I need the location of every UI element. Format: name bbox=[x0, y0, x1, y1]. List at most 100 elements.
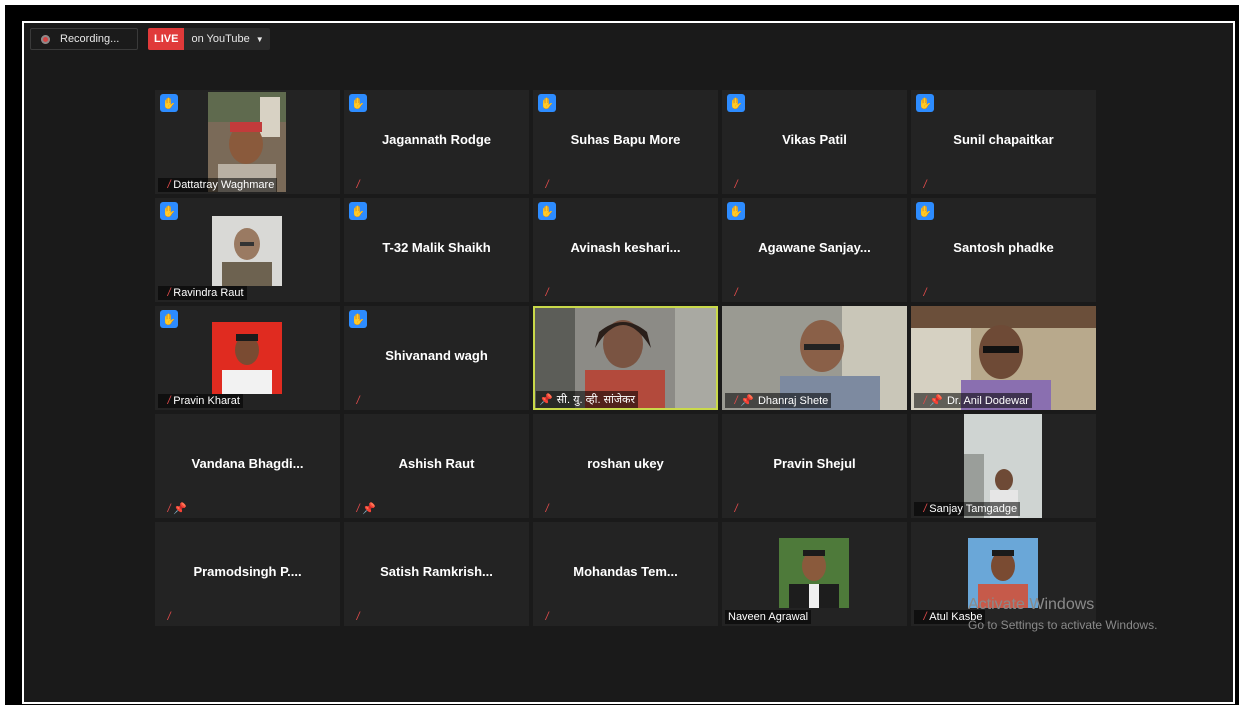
participant-name-label: 🎙̸ 📌 Dr. Anil Dodewar bbox=[914, 393, 1032, 408]
participant-name-label: 🎙̸ Ravindra Raut bbox=[158, 286, 247, 300]
participant-status: 🎙̸ bbox=[725, 502, 743, 516]
muted-mic-icon: 🎙̸ bbox=[728, 503, 737, 515]
participant-name: T-32 Malik Shaikh bbox=[382, 240, 491, 255]
participant-name: Satish Ramkrish... bbox=[380, 564, 493, 579]
participant-tile[interactable]: Naveen Agrawal bbox=[722, 522, 907, 626]
muted-mic-icon: 🎙̸ bbox=[917, 179, 926, 191]
participant-name-label: 🎙̸ 📌 Dhanraj Shete bbox=[725, 393, 832, 408]
youtube-label: on YouTube bbox=[191, 33, 250, 45]
pin-icon: 📌 bbox=[929, 395, 943, 407]
participant-tile[interactable]: Pramodsingh P.... 🎙̸ bbox=[155, 522, 340, 626]
participant-tile[interactable]: 🎙̸ 📌 Dr. Anil Dodewar bbox=[911, 306, 1096, 410]
pin-icon: 📌 bbox=[740, 395, 754, 407]
recording-label: Recording... bbox=[60, 33, 120, 45]
muted-mic-icon: 🎙̸ bbox=[161, 287, 170, 299]
participant-tile[interactable]: ✋ Avinash keshari... 🎙̸ bbox=[533, 198, 718, 302]
participant-tile[interactable]: Ashish Raut 🎙̸ 📌 bbox=[344, 414, 529, 518]
participant-tile[interactable]: ✋ Shivanand wagh 🎙̸ bbox=[344, 306, 529, 410]
raise-hand-icon: ✋ bbox=[349, 310, 367, 328]
participant-photo bbox=[212, 322, 282, 394]
raise-hand-icon: ✋ bbox=[538, 202, 556, 220]
muted-mic-icon: 🎙̸ bbox=[917, 503, 926, 515]
participant-status: 🎙̸ bbox=[914, 178, 932, 192]
muted-mic-icon: 🎙̸ bbox=[161, 611, 170, 623]
participant-tile[interactable]: ✋ 🎙̸ Dattatray Waghmare bbox=[155, 90, 340, 194]
activate-windows-title: Activate Windows bbox=[968, 596, 1095, 613]
participant-status: 🎙̸ bbox=[725, 178, 743, 192]
participant-name: Pravin Kharat bbox=[173, 395, 240, 407]
participant-name: Pramodsingh P.... bbox=[193, 564, 302, 579]
activate-windows-subtitle: Go to Settings to activate Windows. bbox=[968, 618, 1158, 632]
participant-tile[interactable]: Pravin Shejul 🎙̸ bbox=[722, 414, 907, 518]
participant-status: 🎙̸ 📌 bbox=[347, 501, 383, 516]
muted-mic-icon: 🎙̸ bbox=[161, 395, 170, 407]
participant-name: Suhas Bapu More bbox=[570, 132, 681, 147]
recording-indicator[interactable]: Recording... bbox=[30, 28, 138, 50]
participant-tile[interactable]: ✋ T-32 Malik Shaikh bbox=[344, 198, 529, 302]
muted-mic-icon: 🎙̸ bbox=[539, 287, 548, 299]
participant-status: 🎙̸ bbox=[347, 394, 365, 408]
participant-status: 🎙̸ 📌 bbox=[158, 501, 194, 516]
participant-tile[interactable]: ✋ 🎙̸ Ravindra Raut bbox=[155, 198, 340, 302]
participant-name: Sunil chapaitkar bbox=[953, 132, 1054, 147]
gallery-grid: ✋ 🎙̸ Dattatray Waghmare ✋ Jagannath Rodg… bbox=[155, 90, 1096, 626]
participant-video bbox=[208, 92, 286, 192]
participant-name: Ravindra Raut bbox=[173, 287, 244, 299]
participant-name: Avinash keshari... bbox=[570, 240, 681, 255]
participant-name: roshan ukey bbox=[587, 456, 664, 471]
muted-mic-icon: 🎙̸ bbox=[539, 179, 548, 191]
raise-hand-icon: ✋ bbox=[349, 94, 367, 112]
pin-icon: 📌 bbox=[539, 394, 553, 406]
participant-tile[interactable]: Mohandas Tem... 🎙̸ bbox=[533, 522, 718, 626]
participant-tile[interactable]: ✋ Santosh phadke 🎙̸ bbox=[911, 198, 1096, 302]
participant-status: 🎙̸ bbox=[725, 286, 743, 300]
participant-name: Shivanand wagh bbox=[385, 348, 488, 363]
muted-mic-icon: 🎙̸ bbox=[728, 394, 737, 407]
participant-name: Vikas Patil bbox=[782, 132, 847, 147]
participant-tile[interactable]: Vandana Bhagdi... 🎙̸ 📌 bbox=[155, 414, 340, 518]
live-stream-control[interactable]: LIVE on YouTube ▼ bbox=[148, 28, 270, 50]
participant-name-label: 🎙̸ Dattatray Waghmare bbox=[158, 178, 278, 192]
raise-hand-icon: ✋ bbox=[349, 202, 367, 220]
participant-tile[interactable]: ✋ Agawane Sanjay... 🎙̸ bbox=[722, 198, 907, 302]
participant-tile[interactable]: ✋ Suhas Bapu More 🎙̸ bbox=[533, 90, 718, 194]
muted-mic-icon: 🎙̸ bbox=[161, 502, 170, 515]
participant-tile[interactable]: 🎙̸ Sanjay Tamgadge bbox=[911, 414, 1096, 518]
muted-mic-icon: 🎙̸ bbox=[539, 611, 548, 623]
participant-tile[interactable]: ✋ Sunil chapaitkar 🎙̸ bbox=[911, 90, 1096, 194]
participant-tile[interactable]: roshan ukey 🎙̸ bbox=[533, 414, 718, 518]
muted-mic-icon: 🎙̸ bbox=[161, 179, 170, 191]
participant-status: 🎙̸ bbox=[536, 178, 554, 192]
participant-tile[interactable]: ✋ Jagannath Rodge 🎙̸ bbox=[344, 90, 529, 194]
participant-status: 🎙̸ bbox=[536, 610, 554, 624]
participant-name-label: Naveen Agrawal bbox=[725, 610, 812, 624]
participant-name-label: 🎙̸ Pravin Kharat bbox=[158, 394, 243, 408]
participant-name: Dattatray Waghmare bbox=[173, 179, 275, 191]
chevron-down-icon[interactable]: ▼ bbox=[256, 35, 270, 44]
participant-status: 🎙̸ bbox=[347, 610, 365, 624]
muted-mic-icon: 🎙̸ bbox=[728, 179, 737, 191]
participant-tile[interactable]: 🎙̸ 📌 Dhanraj Shete bbox=[722, 306, 907, 410]
raise-hand-icon: ✋ bbox=[538, 94, 556, 112]
participant-name: Jagannath Rodge bbox=[381, 132, 492, 147]
participant-tile[interactable]: Satish Ramkrish... 🎙̸ bbox=[344, 522, 529, 626]
participant-name: Dr. Anil Dodewar bbox=[946, 394, 1029, 407]
participant-tile[interactable]: ✋ 🎙̸ Pravin Kharat bbox=[155, 306, 340, 410]
pin-icon: 📌 bbox=[173, 503, 187, 515]
participant-status: 🎙̸ bbox=[158, 610, 176, 624]
live-badge: LIVE bbox=[148, 28, 185, 50]
participant-status: 🎙̸ bbox=[536, 286, 554, 300]
muted-mic-icon: 🎙̸ bbox=[350, 502, 359, 515]
raise-hand-icon: ✋ bbox=[160, 94, 178, 112]
participant-name: Santosh phadke bbox=[953, 240, 1054, 255]
participant-name: Agawane Sanjay... bbox=[758, 240, 871, 255]
participant-name: Naveen Agrawal bbox=[728, 611, 809, 623]
active-speaker-tile[interactable]: 📌 सी. यु. व्ही. सांजेकर bbox=[533, 306, 718, 410]
participant-name: Dhanraj Shete bbox=[757, 394, 829, 407]
muted-mic-icon: 🎙̸ bbox=[917, 611, 926, 623]
record-dot-icon bbox=[41, 34, 50, 44]
participant-tile[interactable]: ✋ Vikas Patil 🎙̸ bbox=[722, 90, 907, 194]
participant-name: Mohandas Tem... bbox=[573, 564, 678, 579]
participant-status: 🎙̸ bbox=[914, 286, 932, 300]
participant-name-label: 📌 सी. यु. व्ही. सांजेकर bbox=[536, 391, 638, 408]
